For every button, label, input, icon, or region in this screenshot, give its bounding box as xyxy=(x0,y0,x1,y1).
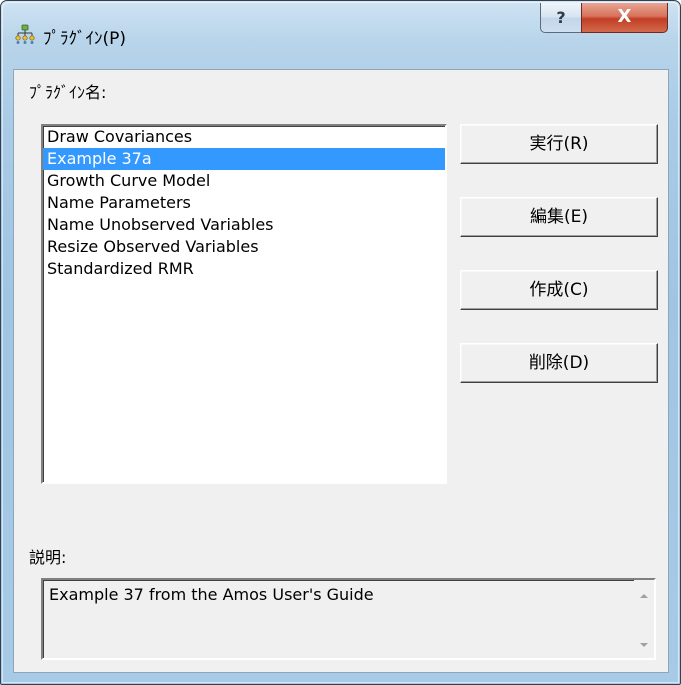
description-box[interactable]: Example 37 from the Amos User's Guide xyxy=(41,578,656,660)
list-item[interactable]: Draw Covariances xyxy=(43,126,445,148)
list-item[interactable]: Name Parameters xyxy=(43,192,445,214)
scroll-down-icon[interactable] xyxy=(640,643,648,647)
dialog-body: ﾌﾟﾗｸﾞｲﾝ名: Draw Covariances Example 37a G… xyxy=(13,69,669,673)
scroll-up-icon[interactable] xyxy=(640,594,648,598)
help-icon: ? xyxy=(556,8,566,27)
close-icon: X xyxy=(617,6,632,27)
list-item[interactable]: Resize Observed Variables xyxy=(43,236,445,258)
close-button[interactable]: X xyxy=(581,3,668,33)
create-button[interactable]: 作成(C) xyxy=(460,270,658,310)
run-button[interactable]: 実行(R) xyxy=(460,124,658,164)
plugin-name-label: ﾌﾟﾗｸﾞｲﾝ名: xyxy=(29,83,107,102)
title-bar[interactable]: ﾌﾟﾗｸﾞｲﾝ(P) ? X xyxy=(1,1,681,69)
list-item-selected[interactable]: Example 37a xyxy=(43,148,445,170)
edit-button[interactable]: 編集(E) xyxy=(460,197,658,237)
list-item[interactable]: Growth Curve Model xyxy=(43,170,445,192)
plugin-listbox[interactable]: Draw Covariances Example 37a Growth Curv… xyxy=(41,124,447,484)
list-item[interactable]: Name Unobserved Variables xyxy=(43,214,445,236)
description-label: 説明: xyxy=(29,548,67,567)
window-title: ﾌﾟﾗｸﾞｲﾝ(P) xyxy=(43,29,127,49)
description-scrollbar[interactable] xyxy=(634,580,654,658)
description-text: Example 37 from the Amos User's Guide xyxy=(49,585,374,604)
delete-button[interactable]: 削除(D) xyxy=(460,343,658,383)
list-item[interactable]: Standardized RMR xyxy=(43,258,445,280)
dialog-window: ﾌﾟﾗｸﾞｲﾝ(P) ? X ﾌﾟﾗｸﾞｲﾝ名: Draw Covariance… xyxy=(0,0,681,685)
plugin-tree-icon xyxy=(15,24,35,44)
help-button[interactable]: ? xyxy=(540,3,582,33)
